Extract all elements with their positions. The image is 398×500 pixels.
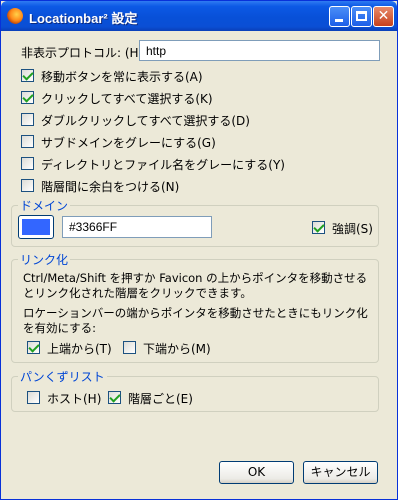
color-picker-button[interactable] — [18, 215, 54, 239]
domain-group: ドメイン #3366FF 強調(S) — [11, 197, 379, 247]
link-bottom-edge-option[interactable]: 下端から(M) — [123, 340, 211, 356]
option-dblclick-select-all[interactable]: ダブルクリックしてすべて選択する(D) — [21, 112, 250, 128]
option-label: 移動ボタンを常に表示する(A) — [41, 70, 203, 84]
option-level-spacing[interactable]: 階層間に余白をつける(N) — [21, 178, 179, 194]
option-label: サブドメインをグレーにする(G) — [41, 136, 216, 150]
option-label: 階層間に余白をつける(N) — [41, 180, 180, 194]
bottom-edge-checkbox[interactable] — [123, 341, 136, 354]
top-edge-label: 上端から(T) — [47, 342, 112, 356]
option-label: ダブルクリックしてすべて選択する(D) — [41, 114, 250, 128]
option-gray-directory[interactable]: ディレクトリとファイル名をグレーにする(Y) — [21, 156, 285, 172]
host-checkbox[interactable] — [27, 391, 40, 404]
breadcrumb-group-title: パンくずリスト — [18, 368, 107, 385]
emphasis-checkbox[interactable] — [312, 221, 325, 234]
dialog-content: 非表示プロトコル: (H) http 移動ボタンを常に表示する(A) クリックし… — [1, 31, 397, 499]
domain-group-title: ドメイン — [18, 197, 71, 214]
color-swatch — [22, 219, 50, 235]
option-checkbox[interactable] — [21, 91, 34, 104]
host-label: ホスト(H) — [47, 392, 102, 406]
option-checkbox[interactable] — [21, 179, 34, 192]
link-top-edge-option[interactable]: 上端から(T) — [27, 340, 112, 356]
protocol-label: 非表示プロトコル: (H) — [21, 46, 144, 60]
level-checkbox[interactable] — [108, 391, 121, 404]
maximize-icon — [356, 11, 367, 21]
firefox-icon — [7, 8, 23, 24]
minimize-icon — [335, 19, 343, 22]
link-description: Ctrl/Meta/Shift を押すか Favicon の上からポインタを移動… — [23, 271, 368, 300]
option-checkbox[interactable] — [21, 157, 34, 170]
top-edge-checkbox[interactable] — [27, 341, 40, 354]
option-label: ディレクトリとファイル名をグレーにする(Y) — [41, 158, 285, 172]
option-checkbox[interactable] — [21, 69, 34, 82]
settings-dialog: Locationbar² 設定 ✕ 非表示プロトコル: (H) http 移動ボ… — [0, 0, 398, 500]
close-button[interactable]: ✕ — [373, 6, 394, 27]
level-label: 階層ごと(E) — [128, 392, 193, 406]
close-icon: ✕ — [377, 8, 390, 24]
ok-button[interactable]: OK — [219, 461, 294, 484]
domain-emphasis-option[interactable]: 強調(S) — [312, 220, 373, 236]
cancel-button[interactable]: キャンセル — [303, 461, 378, 484]
bottom-edge-label: 下端から(M) — [143, 342, 211, 356]
breadcrumb-host-option[interactable]: ホスト(H) — [27, 390, 101, 406]
protocol-input[interactable]: http — [139, 40, 380, 61]
maximize-button[interactable] — [351, 6, 372, 27]
option-checkbox[interactable] — [21, 135, 34, 148]
option-checkbox[interactable] — [21, 113, 34, 126]
window-title: Locationbar² 設定 — [29, 11, 138, 26]
option-label: クリックしてすべて選択する(K) — [41, 92, 213, 106]
breadcrumb-level-option[interactable]: 階層ごと(E) — [108, 390, 193, 406]
option-gray-subdomain[interactable]: サブドメインをグレーにする(G) — [21, 134, 216, 150]
link-edge-description: ロケーションバーの端からポインタを移動させたときにもリンク化を有効にする: — [23, 306, 368, 335]
minimize-button[interactable] — [329, 6, 350, 27]
domain-color-input[interactable]: #3366FF — [62, 216, 212, 238]
option-show-go-button[interactable]: 移動ボタンを常に表示する(A) — [21, 68, 203, 84]
emphasis-label: 強調(S) — [332, 222, 373, 236]
title-bar[interactable]: Locationbar² 設定 ✕ — [1, 1, 397, 31]
option-click-select-all[interactable]: クリックしてすべて選択する(K) — [21, 90, 213, 106]
link-group-title: リンク化 — [18, 251, 71, 268]
